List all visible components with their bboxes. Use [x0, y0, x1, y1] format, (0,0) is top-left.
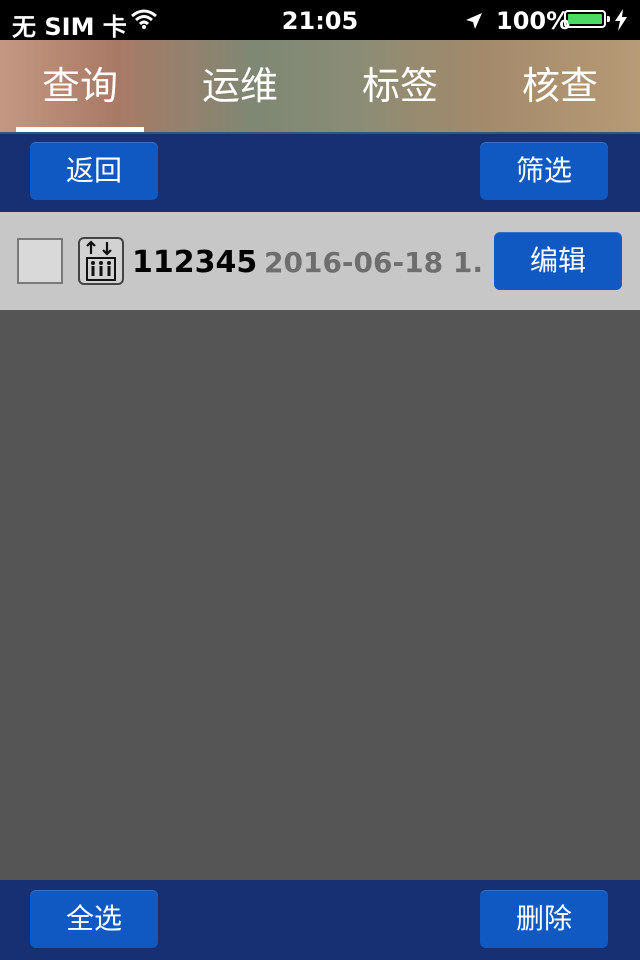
- top-toolbar: 返回 筛选: [0, 134, 640, 212]
- row-checkbox[interactable]: [17, 238, 63, 284]
- elevator-icon: [78, 237, 124, 285]
- tab-maintenance[interactable]: 运维: [160, 40, 320, 132]
- tab-query-label: 查询: [41, 64, 118, 108]
- battery-icon: [564, 10, 610, 28]
- tab-check-label: 核查: [521, 64, 598, 108]
- select-all-button[interactable]: 全选: [30, 890, 158, 948]
- location-arrow-icon: [464, 9, 484, 37]
- back-button[interactable]: 返回: [30, 142, 158, 200]
- tab-labels-label: 标签: [361, 64, 438, 108]
- filter-button[interactable]: 筛选: [480, 142, 608, 200]
- battery-nub: [607, 16, 610, 22]
- tab-maintenance-label: 运维: [201, 64, 278, 108]
- status-bar: 无 SIM 卡 21:05 100%: [0, 0, 640, 41]
- edit-button[interactable]: 编辑: [494, 232, 622, 290]
- charging-bolt-icon: [614, 9, 628, 37]
- delete-button[interactable]: 删除: [480, 890, 608, 948]
- tab-labels[interactable]: 标签: [320, 40, 480, 132]
- battery-percentage: 100%: [496, 7, 571, 35]
- device-id: 112345: [132, 245, 258, 280]
- active-tab-indicator: [16, 127, 144, 132]
- tab-query[interactable]: 查询: [0, 40, 160, 132]
- device-date: 2016-06-18 1...: [264, 246, 484, 279]
- tab-check[interactable]: 核查: [480, 40, 640, 132]
- bottom-toolbar: 全选 删除: [0, 880, 640, 960]
- tab-bar: 查询 运维 标签 核查: [0, 40, 640, 134]
- battery-fill: [568, 14, 602, 24]
